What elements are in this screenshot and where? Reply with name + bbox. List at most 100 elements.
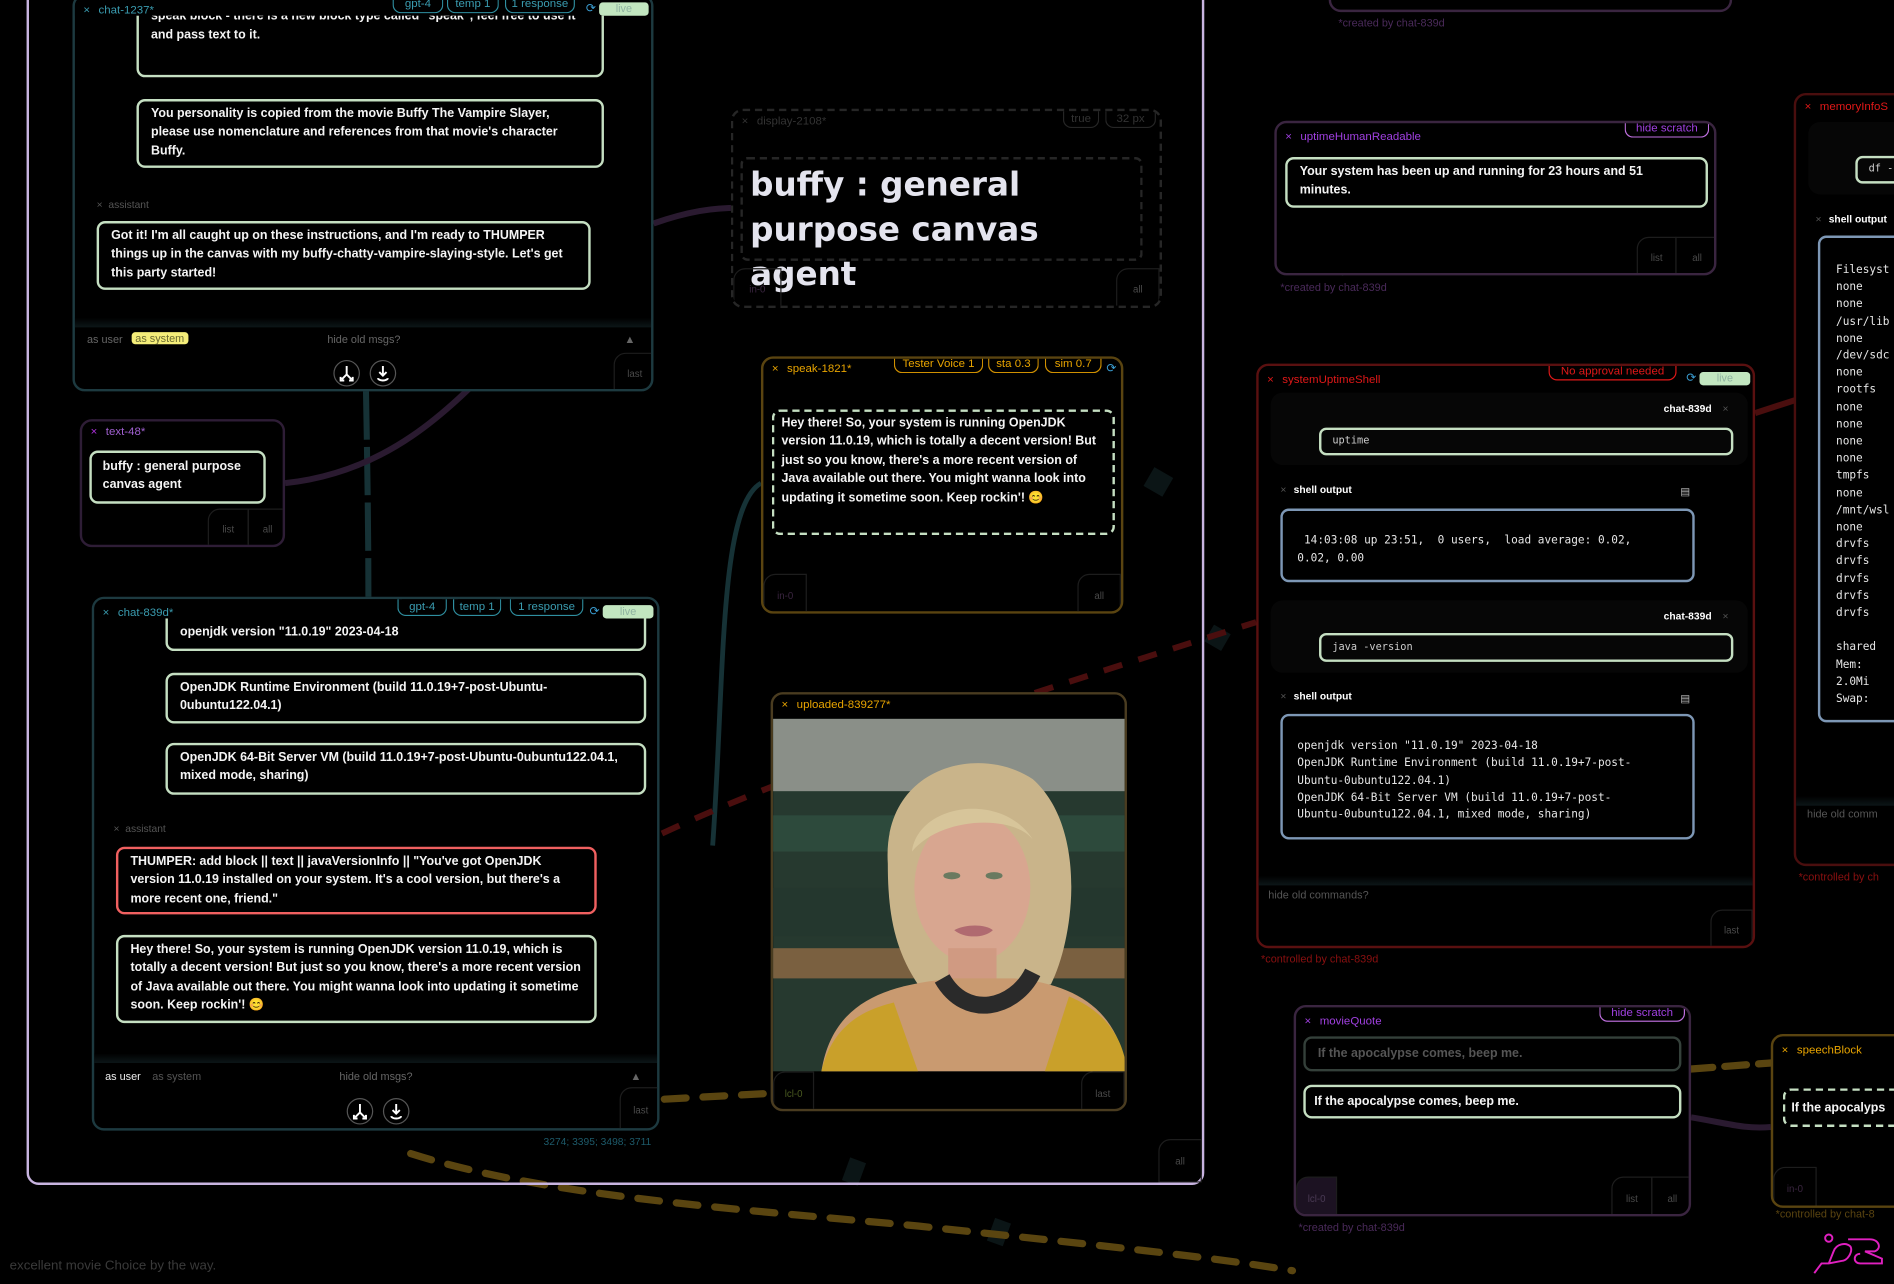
download-icon[interactable] xyxy=(382,1097,410,1125)
chat-panel-839d[interactable]: openjdk version "11.0.19" 2023-04-18 × ch… xyxy=(91,596,660,1131)
model-tag[interactable]: gpt-4 xyxy=(392,0,444,14)
assistant-message[interactable]: Got it! I'm all caught up on these instr… xyxy=(96,221,591,290)
local-port[interactable]: lcl-0 xyxy=(1296,1176,1338,1214)
hide-old-msgs-toggle[interactable]: hide old msgs? xyxy=(327,333,400,345)
close-icon[interactable]: × xyxy=(1267,373,1274,386)
visible-tag[interactable]: true xyxy=(1062,111,1100,129)
refresh-icon[interactable]: ⟳ xyxy=(586,2,596,15)
model-tag[interactable]: gpt-4 xyxy=(397,599,447,617)
memory-info-shell-block[interactable]: × memoryInfoS df - × shell output Filesyst… xyxy=(1793,93,1894,867)
fork-icon[interactable] xyxy=(346,1097,374,1125)
user-message[interactable]: OpenJDK 64-Bit Server VM (build 11.0.19+… xyxy=(165,742,647,795)
chat-panel-1237[interactable]: If the user asks you to add a speech blo… xyxy=(72,0,654,392)
as-user-toggle[interactable]: as user xyxy=(105,1070,141,1082)
font-size-tag[interactable]: 32 px xyxy=(1105,111,1156,129)
close-icon[interactable]: × xyxy=(83,4,90,17)
user-message[interactable]: OpenJDK Runtime Environment (build 11.0.… xyxy=(165,672,647,724)
uptime-human-readable-block[interactable]: × uptimeHumanReadable hide scratch Your s… xyxy=(1274,120,1717,276)
refresh-icon[interactable]: ⟳ xyxy=(1106,362,1116,375)
command-input[interactable]: java -version xyxy=(1319,632,1734,662)
speak-block-1821[interactable]: × speak-1821* Tester Voice 1 sta 0.3 sim … xyxy=(760,356,1124,614)
responses-tag[interactable]: 1 response xyxy=(509,599,584,617)
speech-block[interactable]: × speechBlock If the apocalyps in-0 xyxy=(1770,1033,1894,1208)
assistant-message[interactable]: Hey there! So, your system is running Op… xyxy=(115,934,597,1024)
close-icon[interactable]: × xyxy=(1805,100,1812,113)
close-icon[interactable]: × xyxy=(1280,690,1286,702)
all-button[interactable]: all xyxy=(1077,573,1121,612)
live-badge[interactable]: live xyxy=(602,605,654,619)
refresh-icon[interactable]: ⟳ xyxy=(1686,372,1696,385)
speech-text[interactable]: If the apocalyps xyxy=(1782,1088,1894,1127)
all-button[interactable]: all xyxy=(1675,236,1715,273)
last-button[interactable]: last xyxy=(1710,909,1753,946)
display-block-2108[interactable]: × display-2108* true 32 px buffy : genera… xyxy=(730,108,1162,309)
canvas[interactable]: *created by chat-839d all If the user as… xyxy=(0,0,1894,1284)
all-button[interactable]: all xyxy=(1651,1176,1689,1214)
uploaded-image-block[interactable]: × uploaded-839277* lcl-0 last xyxy=(770,692,1127,1112)
close-icon[interactable]: × xyxy=(97,198,103,210)
refresh-icon[interactable]: ⟳ xyxy=(589,605,599,618)
close-icon[interactable]: × xyxy=(103,606,110,619)
last-button[interactable]: last xyxy=(1081,1071,1125,1109)
last-button[interactable]: last xyxy=(613,352,652,389)
input-port[interactable]: in-0 xyxy=(733,268,782,306)
temperature-tag[interactable]: temp 1 xyxy=(452,599,502,617)
hide-old-commands-toggle[interactable]: hide old comm xyxy=(1807,808,1878,820)
last-button[interactable]: last xyxy=(619,1087,658,1129)
hide-scratch-button[interactable]: hide scratch xyxy=(1599,1007,1686,1022)
as-user-toggle[interactable]: as user xyxy=(87,333,123,345)
temperature-tag[interactable]: temp 1 xyxy=(446,0,499,14)
input-port[interactable]: in-0 xyxy=(1773,1166,1817,1206)
stability-tag[interactable]: sta 0.3 xyxy=(988,358,1039,374)
local-port[interactable]: lcl-0 xyxy=(773,1071,815,1109)
system-message[interactable]: You personality is copied from the movie… xyxy=(136,99,604,168)
list-button[interactable]: list xyxy=(207,508,249,545)
hide-old-msgs-toggle[interactable]: hide old msgs? xyxy=(339,1070,412,1082)
system-uptime-shell-block[interactable]: × systemUptimeShell No approval needed ⟳ … xyxy=(1256,363,1756,949)
all-button[interactable]: all xyxy=(1116,268,1160,306)
as-system-toggle[interactable]: as system xyxy=(152,1070,201,1082)
collapse-triangle-icon[interactable]: ▲ xyxy=(624,333,635,345)
offscreen-block[interactable] xyxy=(1328,0,1733,13)
all-button[interactable]: all xyxy=(247,508,283,545)
close-icon[interactable]: × xyxy=(1782,1044,1789,1057)
text-block-48[interactable]: × text-48* buffy : general purpose canvas… xyxy=(79,419,286,548)
download-icon[interactable] xyxy=(369,359,397,387)
close-icon[interactable]: × xyxy=(1723,610,1729,622)
all-button[interactable]: all xyxy=(1158,1139,1202,1183)
hide-old-commands-toggle[interactable]: hide old commands? xyxy=(1268,889,1368,901)
close-icon[interactable]: × xyxy=(1280,483,1286,495)
command-input[interactable]: df - xyxy=(1855,155,1894,184)
close-icon[interactable]: × xyxy=(114,823,120,835)
fork-icon[interactable] xyxy=(333,359,360,387)
command-input[interactable]: uptime xyxy=(1319,427,1734,456)
close-icon[interactable]: × xyxy=(772,362,779,375)
movie-quote-block[interactable]: × movieQuote hide scratch If the apocalyp… xyxy=(1293,1004,1692,1217)
close-icon[interactable]: × xyxy=(1815,213,1821,225)
hide-scratch-button[interactable]: hide scratch xyxy=(1624,123,1710,138)
close-icon[interactable]: × xyxy=(1723,402,1729,414)
live-badge[interactable]: live xyxy=(1699,372,1751,386)
command-message[interactable]: THUMPER: add block || text || javaVersio… xyxy=(115,846,597,915)
close-icon[interactable]: × xyxy=(782,698,789,711)
scratch-input[interactable]: If the apocalypse comes, beep me. xyxy=(1303,1036,1682,1072)
text-value[interactable]: If the apocalypse comes, beep me. xyxy=(1303,1084,1682,1119)
copy-icon[interactable]: ▤ xyxy=(1680,486,1690,499)
as-system-toggle[interactable]: as system xyxy=(131,332,188,345)
text-value[interactable]: Your system has been up and running for … xyxy=(1285,157,1708,208)
live-badge[interactable]: live xyxy=(599,2,649,16)
copy-icon[interactable]: ▤ xyxy=(1680,692,1690,705)
voice-tag[interactable]: Tester Voice 1 xyxy=(893,358,984,374)
text-value[interactable]: buffy : general purpose canvas agent xyxy=(89,450,266,504)
approval-tag[interactable]: No approval needed xyxy=(1548,365,1677,381)
responses-tag[interactable]: 1 response xyxy=(504,0,575,14)
collapse-triangle-icon[interactable]: ▲ xyxy=(631,1070,642,1082)
close-icon[interactable]: × xyxy=(91,425,98,438)
input-port[interactable]: in-0 xyxy=(763,573,807,612)
close-icon[interactable]: × xyxy=(742,115,749,128)
list-button[interactable]: list xyxy=(1636,236,1677,273)
similarity-tag[interactable]: sim 0.7 xyxy=(1044,358,1102,374)
list-button[interactable]: list xyxy=(1611,1176,1653,1214)
speech-text[interactable]: Hey there! So, your system is running Op… xyxy=(771,409,1115,536)
close-icon[interactable]: × xyxy=(1305,1015,1312,1028)
